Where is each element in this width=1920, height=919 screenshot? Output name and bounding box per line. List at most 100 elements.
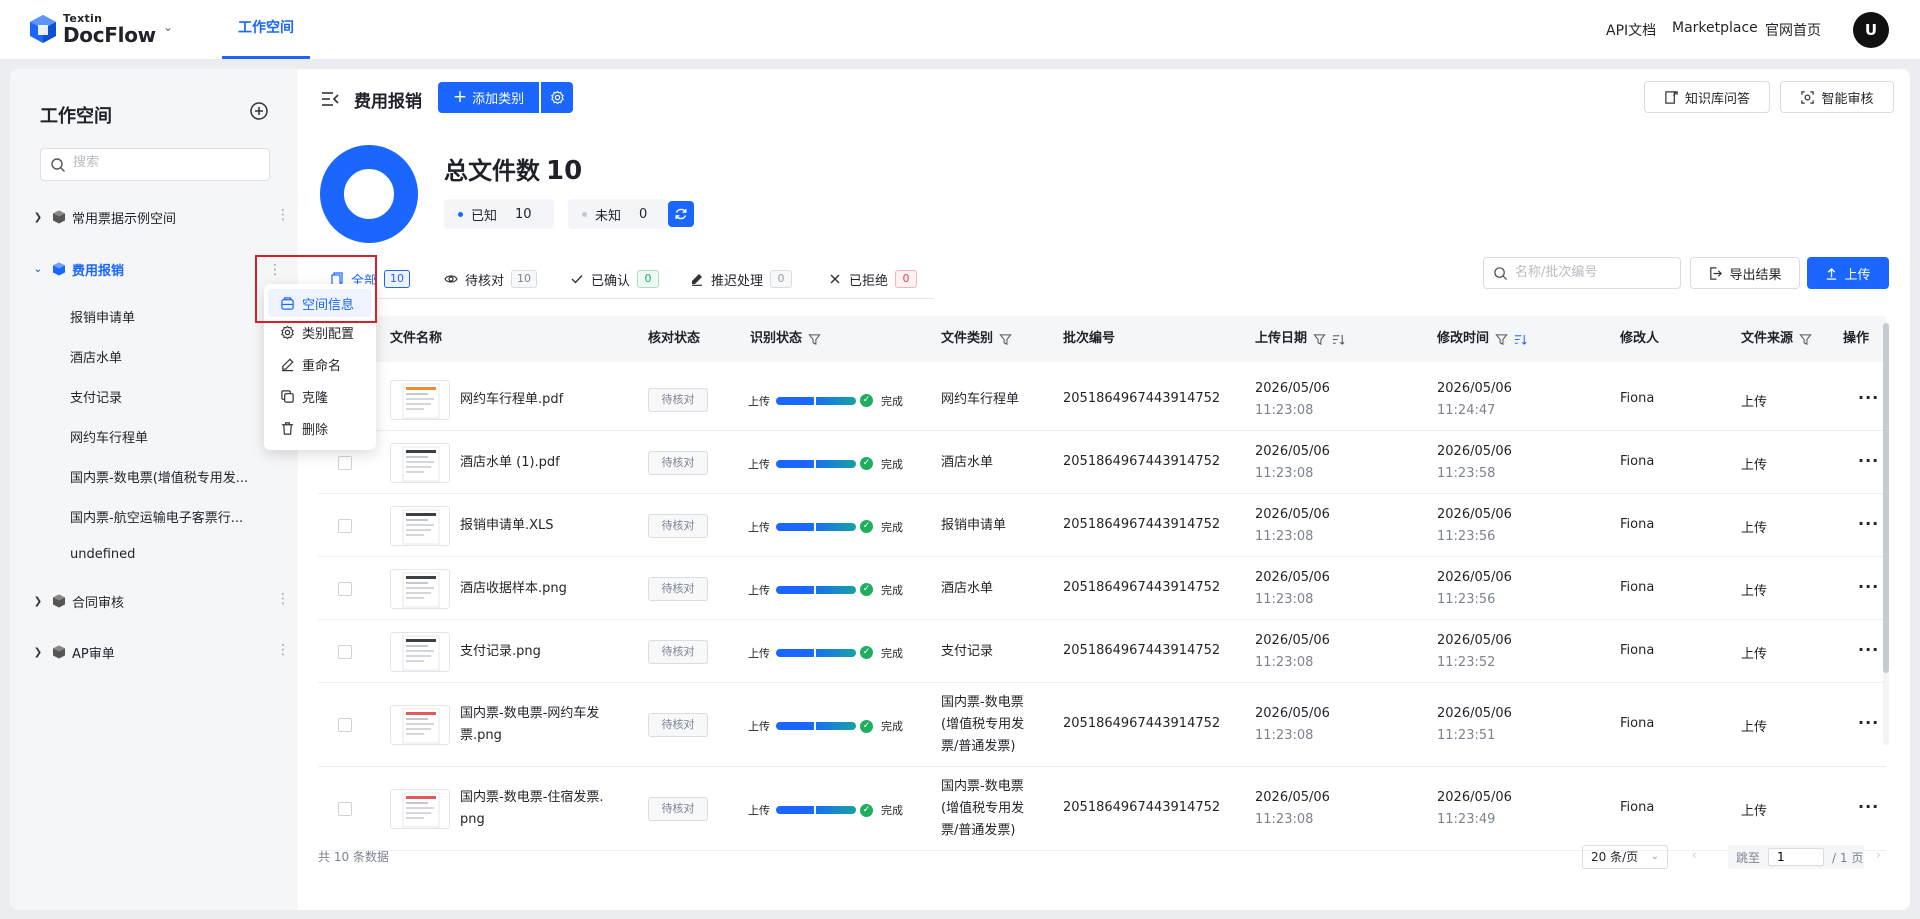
row-checkbox[interactable]	[338, 718, 352, 732]
table-row[interactable]: 酒店水单 (1).pdf 待核对 上传 ✓ 完成 酒店水单 2051864967…	[318, 431, 1886, 494]
row-checkbox[interactable]	[338, 644, 352, 659]
sort-icon[interactable]	[1514, 333, 1527, 346]
file-thumbnail[interactable]	[390, 505, 450, 546]
col-upload-date[interactable]: 上传日期	[1255, 316, 1345, 362]
col-file-category[interactable]: 文件类别	[941, 316, 1012, 362]
tab-rejected[interactable]: 已拒绝 0	[828, 259, 918, 299]
menu-item-clone[interactable]: 克隆	[264, 382, 376, 410]
table-row[interactable]: 报销申请单.XLS 待核对 上传 ✓ 完成 报销申请单 205186496744…	[318, 494, 1886, 557]
table-row[interactable]: 国内票-数电票-住宿发票. png 待核对 上传 ✓ 完成 国内票-数电票 (增值税…	[318, 767, 1886, 851]
table-row[interactable]: 酒店收据样本.png 待核对 上传 ✓ 完成 酒店水单 205186496744…	[318, 557, 1886, 620]
more-actions-icon[interactable]: ···	[1858, 640, 1879, 659]
more-vertical-icon[interactable]: ⋮	[276, 592, 290, 606]
more-vertical-icon[interactable]: ⋮	[268, 262, 282, 278]
prev-page-icon[interactable]: ‹	[1692, 848, 1697, 862]
nav-tab-workspace[interactable]: 工作空间	[222, 0, 310, 59]
filter-icon[interactable]	[1495, 333, 1508, 346]
add-circle-icon[interactable]	[249, 101, 269, 121]
collapse-sidebar-icon[interactable]	[320, 89, 340, 109]
tab-confirmed[interactable]: 已确认 0	[570, 259, 660, 299]
known-chip[interactable]: 已知 10	[444, 199, 554, 229]
col-modified-time[interactable]: 修改时间	[1437, 316, 1527, 362]
file-thumbnail[interactable]	[390, 789, 450, 829]
col-recognition-status[interactable]: 识别状态	[750, 316, 821, 362]
file-name[interactable]: 支付记录.png	[460, 641, 541, 663]
page-size-select[interactable]: 20 条/页 ⌄	[1582, 845, 1668, 869]
file-name[interactable]: 国内票-数电票-网约车发 票.png	[460, 703, 599, 747]
table-row[interactable]: 国内票-数电票-网约车发 票.png 待核对 上传 ✓ 完成 国内票-数电票 (增值…	[318, 683, 1886, 767]
next-page-icon[interactable]: ›	[1876, 848, 1881, 862]
filter-icon[interactable]	[808, 333, 821, 346]
knowledge-qa-button[interactable]: 知识库问答	[1644, 81, 1770, 113]
chevron-down-icon[interactable]: ⌄	[163, 20, 177, 34]
cube-icon	[53, 262, 65, 276]
smart-review-button[interactable]: 智能审核	[1780, 81, 1894, 113]
file-name[interactable]: 国内票-数电票-住宿发票. png	[460, 787, 604, 831]
sidebar-group-common[interactable]: ❯ 常用票据示例空间 ⋮	[30, 202, 292, 232]
export-button[interactable]: 导出结果	[1690, 257, 1800, 289]
official-site-link[interactable]: 官网首页	[1765, 20, 1821, 40]
logo[interactable]: Textin DocFlow	[29, 13, 156, 45]
filter-icon[interactable]	[999, 333, 1012, 346]
more-vertical-icon[interactable]: ⋮	[276, 643, 290, 657]
sort-icon[interactable]	[1332, 333, 1345, 346]
document-thumbnail-icon	[402, 446, 440, 481]
file-name[interactable]: 酒店水单 (1).pdf	[460, 452, 560, 474]
refresh-button[interactable]	[668, 201, 694, 227]
more-actions-icon[interactable]: ···	[1858, 797, 1879, 816]
menu-item-delete[interactable]: 删除	[264, 414, 376, 442]
sidebar-item-air-ticket[interactable]: 国内票-航空运输电子客票行...	[70, 507, 270, 526]
more-vertical-icon[interactable]: ⋮	[276, 208, 290, 222]
avatar[interactable]: U	[1853, 12, 1889, 48]
file-thumbnail[interactable]	[390, 442, 450, 483]
more-actions-icon[interactable]: ···	[1858, 577, 1879, 596]
page-input[interactable]	[1768, 848, 1825, 866]
chevron-down-icon: ⌄	[1650, 851, 1659, 862]
upload-button[interactable]: 上传	[1807, 257, 1889, 289]
menu-item-category-config[interactable]: 类别配置	[264, 318, 376, 346]
sidebar-item-hotel-bill[interactable]: 酒店水单	[70, 347, 270, 366]
file-thumbnail[interactable]	[390, 379, 450, 420]
file-name[interactable]: 报销申请单.XLS	[460, 515, 554, 537]
more-actions-icon[interactable]: ···	[1858, 713, 1879, 732]
sidebar-group-ap[interactable]: ❯ AP审单 ⋮	[30, 637, 292, 667]
scrollbar-thumb[interactable]	[1883, 323, 1889, 673]
col-source[interactable]: 文件来源	[1741, 316, 1812, 362]
more-actions-icon[interactable]: ···	[1858, 388, 1879, 407]
sidebar-item-expense-request[interactable]: 报销申请单	[70, 307, 270, 326]
row-checkbox[interactable]	[338, 802, 352, 816]
sidebar-item-undefined[interactable]: undefined	[70, 547, 270, 562]
unknown-chip[interactable]: 未知 0	[568, 199, 668, 229]
file-thumbnail[interactable]	[390, 705, 450, 745]
api-docs-link[interactable]: API文档	[1606, 20, 1656, 40]
file-name[interactable]: 酒店收据样本.png	[460, 578, 567, 600]
sidebar-item-ride-itinerary[interactable]: 网约车行程单	[70, 427, 270, 446]
add-category-button[interactable]: + 添加类别	[438, 82, 539, 113]
total-count: 共 10 条数据	[318, 850, 389, 864]
table-row[interactable]: 网约车行程单.pdf 待核对 上传 ✓ 完成 网约车行程单 2051864967…	[318, 368, 1886, 431]
tab-deferred[interactable]: 推迟处理 0	[690, 259, 793, 299]
more-actions-icon[interactable]: ···	[1858, 514, 1879, 533]
table-row[interactable]: 支付记录.png 待核对 上传 ✓ 完成 支付记录 20518649674439…	[318, 620, 1886, 683]
filter-icon[interactable]	[1313, 333, 1326, 346]
file-thumbnail[interactable]	[390, 631, 450, 672]
sidebar-item-payment-record[interactable]: 支付记录	[70, 387, 270, 406]
sidebar-group-expense[interactable]: ⌄ 费用报销	[30, 254, 292, 284]
file-name[interactable]: 网约车行程单.pdf	[460, 389, 563, 411]
file-thumbnail[interactable]	[390, 568, 450, 609]
menu-item-space-info[interactable]: 空间信息	[268, 289, 372, 317]
row-checkbox[interactable]	[338, 455, 352, 470]
more-actions-icon[interactable]: ···	[1858, 451, 1879, 470]
file-category: 酒店水单	[941, 454, 994, 470]
tab-pending[interactable]: 待核对 10	[444, 259, 538, 299]
row-checkbox[interactable]	[338, 581, 352, 596]
marketplace-link[interactable]: Marketplace	[1672, 20, 1758, 36]
sidebar-group-contract[interactable]: ❯ 合同审核 ⋮	[30, 586, 292, 616]
row-checkbox[interactable]	[338, 518, 352, 533]
category-settings-button[interactable]	[541, 82, 573, 113]
table-search-input[interactable]	[1515, 265, 1675, 280]
sidebar-item-vat-invoice[interactable]: 国内票-数电票(增值税专用发...	[70, 467, 270, 486]
sidebar-search-input[interactable]	[73, 155, 263, 170]
menu-item-rename[interactable]: 重命名	[264, 350, 376, 378]
filter-icon[interactable]	[1799, 333, 1812, 346]
